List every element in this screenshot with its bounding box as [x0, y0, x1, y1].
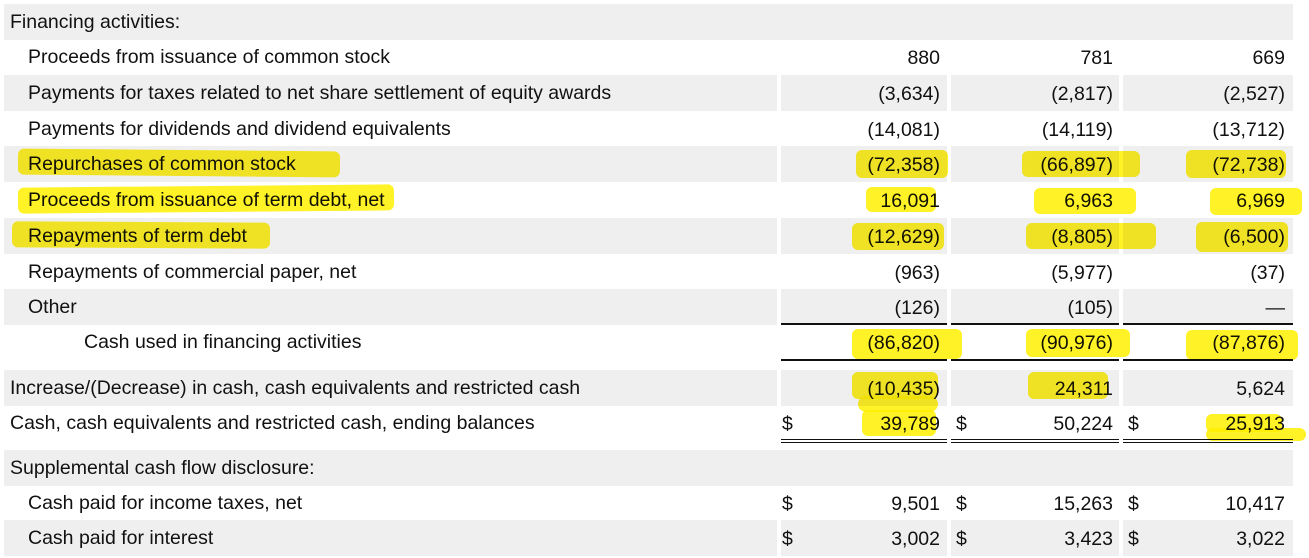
- table-row: Cash, cash equivalents and restricted ca…: [0, 405, 1309, 441]
- row-shading: [4, 289, 777, 325]
- total-rule-bottom: [951, 359, 1119, 361]
- currency-symbol: $: [1128, 493, 1139, 515]
- currency-symbol: $: [1128, 413, 1139, 435]
- row-label: Repayments of term debt: [28, 225, 247, 247]
- value-col-2: (5,977): [1051, 262, 1113, 284]
- value-col-3: (2,527): [1223, 83, 1285, 105]
- currency-symbol: $: [782, 413, 793, 435]
- row-label-total: Cash used in financing activities: [84, 331, 362, 353]
- value-col-1: (963): [894, 262, 940, 284]
- total-rule-bottom: [1123, 359, 1293, 361]
- value-col-3: 6,969: [1236, 190, 1285, 212]
- value-col-2: (90,976): [1040, 332, 1113, 354]
- row-label: Cash paid for income taxes, net: [28, 492, 303, 514]
- table-row: Cash paid for interest $ 3,002 $ 3,423 $…: [0, 520, 1309, 556]
- value-col-3: (72,738): [1212, 154, 1285, 176]
- table-row: Increase/(Decrease) in cash, cash equiva…: [0, 370, 1309, 406]
- table-row: Repayments of term debt (12,629) (8,805)…: [0, 218, 1309, 254]
- value-col-3: 25,913: [1225, 413, 1285, 435]
- value-col-3: (87,876): [1212, 332, 1285, 354]
- total-row: Cash used in financing activities (86,82…: [0, 324, 1309, 360]
- currency-symbol: $: [956, 493, 967, 515]
- value-col-2: (66,897): [1040, 154, 1113, 176]
- value-col-1: 16,091: [880, 190, 940, 212]
- value-col-3: —: [1265, 297, 1286, 319]
- double-underline: [1123, 439, 1293, 440]
- value-col-1: (126): [894, 297, 940, 319]
- value-col-2: (105): [1067, 297, 1113, 319]
- double-underline: [781, 439, 947, 440]
- table-row: Payments for dividends and dividend equi…: [0, 111, 1309, 147]
- financing-header-row: Financing activities:: [0, 4, 1309, 40]
- double-underline: [951, 442, 1119, 443]
- total-rule-bottom: [781, 359, 947, 361]
- currency-symbol: $: [1128, 528, 1139, 550]
- row-label: Payments for taxes related to net share …: [28, 82, 612, 104]
- row-shading: [4, 4, 1293, 40]
- value-col-3: 3,022: [1236, 528, 1285, 550]
- value-col-1: 3,002: [891, 528, 940, 550]
- value-col-3: 669: [1252, 47, 1285, 69]
- double-underline: [781, 442, 947, 443]
- value-col-1: (10,435): [867, 378, 940, 400]
- supplemental-header-row: Supplemental cash flow disclosure:: [0, 450, 1309, 486]
- double-underline: [1123, 442, 1293, 443]
- value-col-1: (12,629): [867, 226, 940, 248]
- row-label: Other: [28, 296, 77, 318]
- value-col-2: 24,311: [1054, 378, 1113, 400]
- table-row: Proceeds from issuance of term debt, net…: [0, 182, 1309, 218]
- value-col-1: 880: [907, 47, 940, 69]
- value-col-1: (14,081): [867, 119, 940, 141]
- section-title-supplemental: Supplemental cash flow disclosure:: [10, 457, 315, 479]
- row-label: Payments for dividends and dividend equi…: [28, 118, 451, 140]
- value-col-1: 39,789: [880, 413, 940, 435]
- value-col-2: (8,805): [1051, 226, 1113, 248]
- double-underline: [951, 439, 1119, 440]
- value-col-2: 50,224: [1053, 413, 1113, 435]
- currency-symbol: $: [956, 413, 967, 435]
- value-col-1: (72,358): [867, 154, 940, 176]
- row-label: Cash, cash equivalents and restricted ca…: [10, 412, 535, 434]
- value-col-3: 5,624: [1236, 378, 1285, 400]
- row-label: Increase/(Decrease) in cash, cash equiva…: [10, 377, 581, 399]
- value-col-1: 9,501: [891, 493, 940, 515]
- value-col-2: 6,963: [1064, 190, 1113, 212]
- value-col-3: (37): [1250, 262, 1285, 284]
- table-row: Payments for taxes related to net share …: [0, 75, 1309, 111]
- value-col-1: (86,820): [867, 332, 940, 354]
- value-col-3: (6,500): [1223, 226, 1285, 248]
- row-label: Proceeds from issuance of common stock: [28, 46, 390, 68]
- value-col-2: (14,119): [1041, 119, 1113, 141]
- row-label: Repurchases of common stock: [28, 153, 296, 175]
- value-col-1: (3,634): [878, 83, 940, 105]
- value-col-2: 781: [1080, 47, 1113, 69]
- value-col-2: 3,423: [1064, 528, 1113, 550]
- table-row: Proceeds from issuance of common stock 8…: [0, 39, 1309, 75]
- table-row: Other (126) (105) —: [0, 289, 1309, 325]
- table-row: Repayments of commercial paper, net (963…: [0, 254, 1309, 290]
- value-col-3: 10,417: [1225, 493, 1285, 515]
- currency-symbol: $: [956, 528, 967, 550]
- currency-symbol: $: [782, 493, 793, 515]
- row-label: Cash paid for interest: [28, 527, 214, 549]
- row-label: Proceeds from issuance of term debt, net: [28, 189, 385, 211]
- value-col-2: 15,263: [1053, 493, 1113, 515]
- section-title-financing: Financing activities:: [10, 11, 181, 33]
- currency-symbol: $: [782, 528, 793, 550]
- value-col-2: (2,817): [1051, 83, 1113, 105]
- table-row: Repurchases of common stock (72,358) (66…: [0, 146, 1309, 182]
- table-row: Cash paid for income taxes, net $ 9,501 …: [0, 485, 1309, 521]
- row-label: Repayments of commercial paper, net: [28, 261, 357, 283]
- value-col-3: (13,712): [1212, 119, 1285, 141]
